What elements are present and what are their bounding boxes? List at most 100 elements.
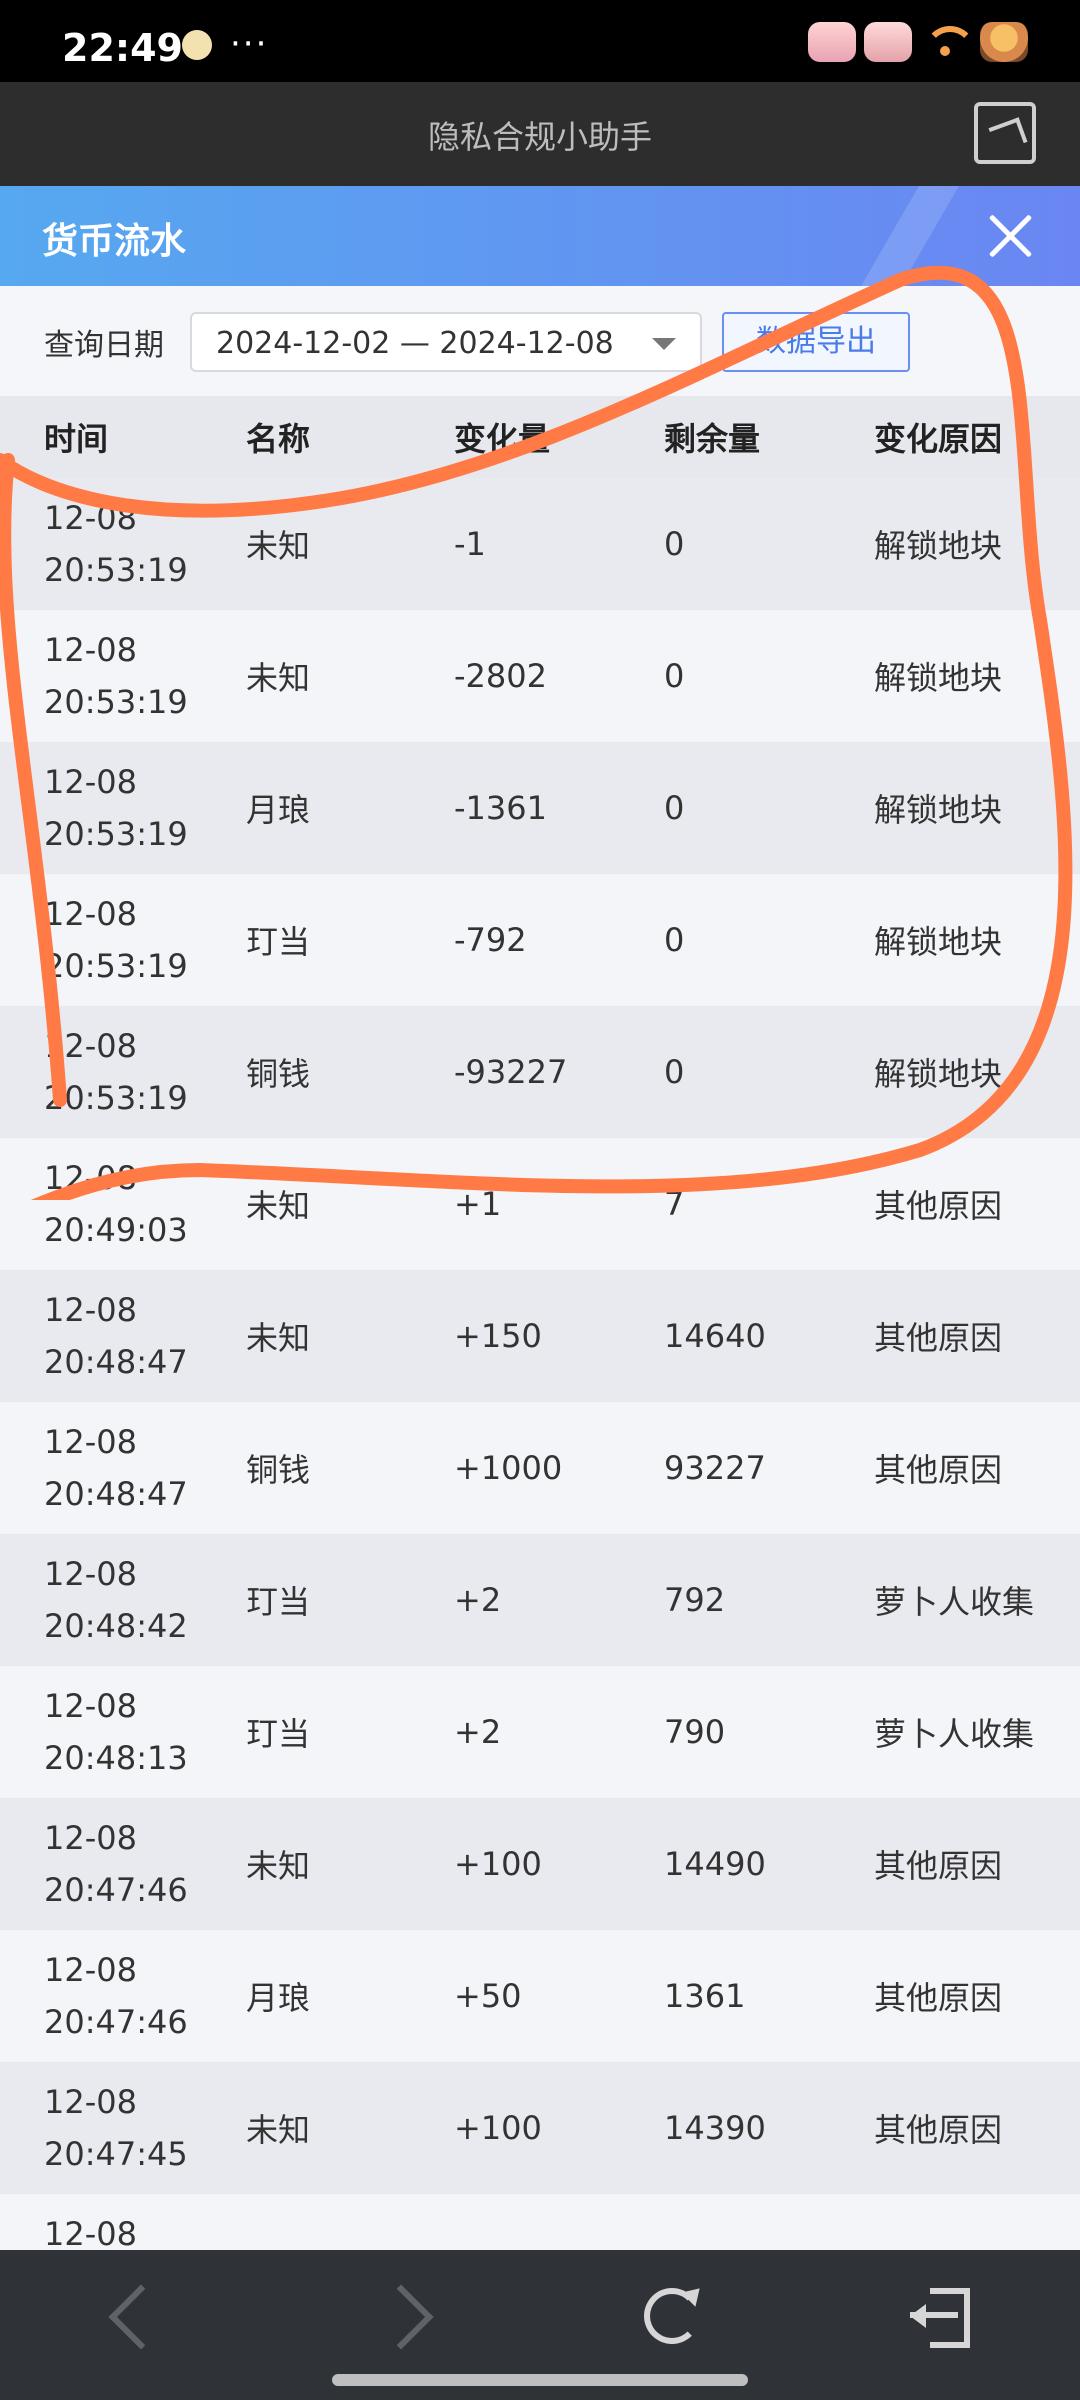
cell-name: 月琅 — [246, 1979, 311, 2017]
table-row: 12-08 20:48:47 未知 +150 14640 其他原因 — [0, 1270, 1080, 1402]
cell-change: +100 — [454, 2109, 542, 2147]
cell-change: -1 — [454, 525, 486, 563]
status-more-indicator: ··· — [230, 24, 269, 64]
cell-change: +100 — [454, 1845, 542, 1883]
status-time: 22:49 — [62, 26, 183, 70]
cell-reason: 解锁地块 — [874, 923, 1003, 961]
date-range-value: 2024-12-02 — 2024-12-08 — [216, 326, 614, 361]
cell-time: 12-08 20:53:19 — [44, 1027, 188, 1117]
cell-reason: 萝卜人收集 — [874, 1715, 1035, 1753]
refresh-icon[interactable] — [640, 2284, 710, 2354]
column-header-reason: 变化原因 — [874, 420, 1003, 458]
cell-remaining: 792 — [664, 1581, 726, 1619]
cell-reason: 其他原因 — [874, 1319, 1003, 1357]
share-icon[interactable] — [974, 102, 1036, 164]
cell-remaining: 0 — [664, 1053, 685, 1091]
cell-remaining: 0 — [664, 525, 685, 563]
cell-change: -1361 — [454, 789, 547, 827]
chevron-left-icon[interactable] — [100, 2284, 170, 2354]
chevron-right-icon[interactable] — [370, 2284, 440, 2354]
cell-change — [454, 2194, 644, 2250]
table-row: 12-08 20:53:19 未知 -2802 0 解锁地块 — [0, 610, 1080, 742]
cell-reason: 解锁地块 — [874, 527, 1003, 565]
filter-row: 查询日期 2024-12-02 — 2024-12-08 数据导出 — [0, 286, 1080, 396]
app-header: 隐私合规小助手 — [0, 82, 1080, 186]
cell-remaining: 14640 — [664, 1317, 766, 1355]
cell-name: 月琅 — [246, 791, 311, 829]
column-header-remaining: 剩余量 — [664, 420, 761, 458]
cell-change: +50 — [454, 1977, 522, 2015]
cell-change: +1000 — [454, 1449, 563, 1487]
cell-reason: 萝卜人收集 — [874, 1583, 1035, 1621]
cell-remaining: 1361 — [664, 1977, 746, 2015]
cell-remaining: 0 — [664, 657, 685, 695]
table-row: 12-08 20:48:47 铜钱 +1000 93227 其他原因 — [0, 1402, 1080, 1534]
cell-name: 未知 — [246, 1847, 311, 1885]
close-icon[interactable] — [980, 206, 1040, 266]
cell-change: +1 — [454, 1185, 502, 1223]
table-row: 12-08 20:53:19 未知 -1 0 解锁地块 — [0, 478, 1080, 610]
table-row: 12-08 20:47: — [0, 2194, 1080, 2250]
cell-reason: 其他原因 — [874, 1979, 1003, 2017]
cell-time: 12-08 20:47:46 — [44, 1951, 188, 2041]
table-row: 12-08 20:49:03 未知 +1 7 其他原因 — [0, 1138, 1080, 1270]
cell-remaining: 7 — [664, 1185, 685, 1223]
cell-time: 12-08 20:47: — [44, 2215, 137, 2250]
cell-name: 未知 — [246, 659, 311, 697]
cell-time: 12-08 20:49:03 — [44, 1159, 188, 1249]
cell-reason: 其他原因 — [874, 2111, 1003, 2149]
cell-time: 12-08 20:47:45 — [44, 2083, 188, 2173]
cell-remaining: 14390 — [664, 2109, 766, 2147]
cell-reason: 解锁地块 — [874, 659, 1003, 697]
cell-change: -2802 — [454, 657, 547, 695]
table-row: 12-08 20:53:19 铜钱 -93227 0 解锁地块 — [0, 1006, 1080, 1138]
table-row: 12-08 20:53:19 玎当 -792 0 解锁地块 — [0, 874, 1080, 1006]
cell-change: -792 — [454, 921, 527, 959]
cell-name: 铜钱 — [246, 1451, 311, 1489]
cell-remaining: 790 — [664, 1713, 726, 1751]
cell-reason: 解锁地块 — [874, 791, 1003, 829]
query-date-label: 查询日期 — [44, 328, 164, 363]
cell-remaining: 14490 — [664, 1845, 766, 1883]
cell-remaining: 0 — [664, 789, 685, 827]
cell-name: 未知 — [246, 1319, 311, 1357]
panel-title: 货币流水 — [42, 221, 187, 262]
cell-reason — [874, 2194, 1074, 2250]
cell-time: 12-08 20:48:13 — [44, 1687, 188, 1777]
cell-time: 12-08 20:53:19 — [44, 631, 188, 721]
cell-remaining: 93227 — [664, 1449, 766, 1487]
cell-name: 未知 — [246, 527, 311, 565]
cell-reason: 其他原因 — [874, 1187, 1003, 1225]
cell-reason: 其他原因 — [874, 1451, 1003, 1489]
cell-name — [246, 2194, 436, 2250]
table-row: 12-08 20:48:13 玎当 +2 790 萝卜人收集 — [0, 1666, 1080, 1798]
cell-time: 12-08 20:47:46 — [44, 1819, 188, 1909]
cell-time: 12-08 20:53:19 — [44, 763, 188, 853]
wifi-icon — [920, 22, 976, 62]
app-notification-icon — [182, 30, 212, 60]
battery-icon — [980, 22, 1028, 62]
cell-reason: 解锁地块 — [874, 1055, 1003, 1093]
table-row: 12-08 20:47:45 未知 +100 14390 其他原因 — [0, 2062, 1080, 2194]
cell-change: +2 — [454, 1581, 502, 1619]
exit-icon[interactable] — [910, 2284, 980, 2354]
header-decoration — [861, 186, 959, 286]
status-icons — [808, 22, 1028, 62]
app-title: 隐私合规小助手 — [427, 118, 652, 156]
cell-name: 玎当 — [246, 1715, 311, 1753]
signal-icon — [864, 22, 912, 62]
cell-time: 12-08 20:53:19 — [44, 895, 188, 985]
hd-icon — [808, 22, 856, 62]
home-indicator[interactable] — [332, 2374, 748, 2386]
cell-name: 未知 — [246, 1187, 311, 1225]
cell-change: +150 — [454, 1317, 542, 1355]
cell-time: 12-08 20:53:19 — [44, 499, 188, 589]
date-range-picker[interactable]: 2024-12-02 — 2024-12-08 — [190, 312, 702, 372]
cell-name: 玎当 — [246, 923, 311, 961]
cell-reason: 其他原因 — [874, 1847, 1003, 1885]
exit-arrow — [910, 2304, 926, 2328]
column-header-time: 时间 — [44, 420, 109, 458]
table-body[interactable]: 12-08 20:53:19 未知 -1 0 解锁地块 12-08 20:53:… — [0, 478, 1080, 2250]
table-row: 12-08 20:53:19 月琅 -1361 0 解锁地块 — [0, 742, 1080, 874]
export-data-button[interactable]: 数据导出 — [722, 312, 910, 372]
